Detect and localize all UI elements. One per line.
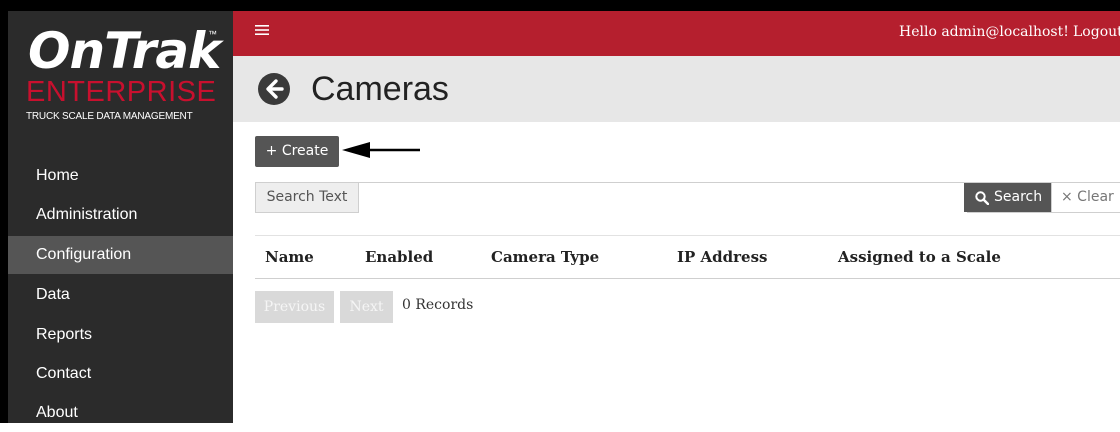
create-button[interactable]: + Create xyxy=(255,136,339,167)
column-header-name[interactable]: Name xyxy=(265,248,314,266)
column-header-enabled[interactable]: Enabled xyxy=(365,248,433,266)
brand-logo: OnTrak ™ ENTERPRISE TRUCK SCALE DATA MAN… xyxy=(8,11,233,131)
arrow-left-circle-icon[interactable] xyxy=(258,73,290,105)
page-title-bar: Cameras xyxy=(233,56,1120,122)
column-header-assigned-scale[interactable]: Assigned to a Scale xyxy=(838,248,1001,266)
search-button[interactable]: Search xyxy=(964,183,1051,212)
logo-trademark: ™ xyxy=(208,29,217,39)
sidebar-item-about[interactable]: About xyxy=(8,394,233,432)
table-header: Name Enabled Camera Type IP Address Assi… xyxy=(255,235,1120,279)
search-icon xyxy=(975,191,989,205)
sidebar-item-administration[interactable]: Administration xyxy=(8,196,233,234)
sidebar-item-configuration[interactable]: Configuration xyxy=(8,236,233,274)
page-title: Cameras xyxy=(311,70,449,108)
logout-link[interactable]: Logout xyxy=(1073,24,1120,40)
menu-icon[interactable] xyxy=(255,22,269,42)
clear-button-label: × Clear xyxy=(1061,189,1114,205)
sidebar-item-home[interactable]: Home xyxy=(8,157,233,195)
top-header-bar: Hello admin@localhost! Logout xyxy=(233,11,1120,56)
logo-main-text: OnTrak xyxy=(28,22,221,80)
search-text-label: Search Text xyxy=(256,183,359,212)
logo-subtitle: ENTERPRISE xyxy=(26,76,217,108)
sidebar-item-contact[interactable]: Contact xyxy=(8,355,233,393)
user-greeting: Hello admin@localhost! xyxy=(899,24,1069,40)
window-border-top xyxy=(0,0,1120,11)
back-arrow-glyph xyxy=(266,79,284,99)
column-header-ip-address[interactable]: IP Address xyxy=(677,248,767,266)
next-button[interactable]: Next xyxy=(340,291,393,323)
record-count: 0 Records xyxy=(402,297,474,313)
column-header-camera-type[interactable]: Camera Type xyxy=(491,248,599,266)
search-bar: Search Text Search × Clear xyxy=(255,182,1120,214)
search-button-label: Search xyxy=(994,189,1043,205)
previous-button[interactable]: Previous xyxy=(255,291,334,323)
sidebar-item-data[interactable]: Data xyxy=(8,276,233,314)
clear-button[interactable]: × Clear xyxy=(1051,183,1120,212)
sidebar: OnTrak ™ ENTERPRISE TRUCK SCALE DATA MAN… xyxy=(8,11,233,423)
window-border-left xyxy=(0,0,8,423)
logo-tagline: TRUCK SCALE DATA MANAGEMENT xyxy=(26,111,193,122)
annotation-arrow-icon xyxy=(342,142,420,158)
hamburger-icon-glyph xyxy=(255,25,269,35)
search-input[interactable] xyxy=(359,183,967,214)
sidebar-item-reports[interactable]: Reports xyxy=(8,316,233,354)
